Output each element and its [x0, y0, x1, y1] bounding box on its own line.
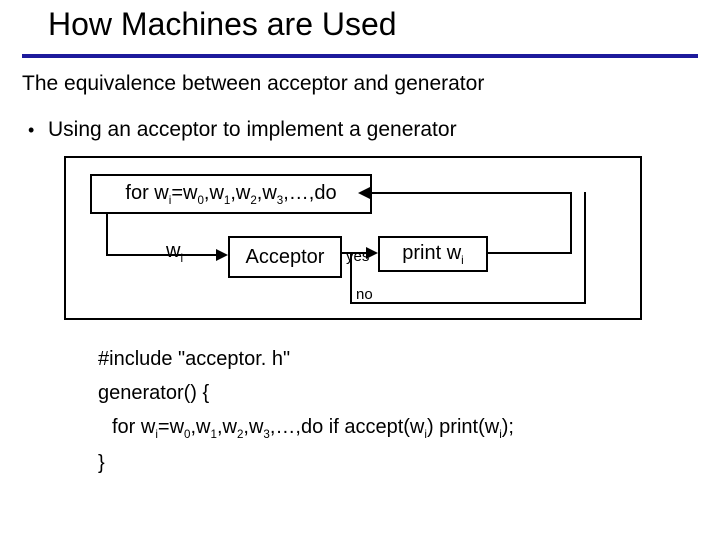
no-label: no [356, 286, 373, 303]
code-line-body: for wi=w0,w1,w2,w3,…,do if accept(wi) pr… [112, 416, 514, 441]
for-text: for wi=w0,w1,w2,w3,…,do [125, 182, 336, 207]
acceptor-box: Acceptor [228, 236, 342, 278]
code-line-include: #include "acceptor. h" [98, 348, 290, 371]
arrow-segment [350, 254, 352, 304]
subtitle: The equivalence between acceptor and gen… [22, 72, 484, 96]
print-text: print wi [402, 242, 463, 267]
arrowhead-icon [358, 187, 370, 199]
bullet-dot: • [28, 120, 34, 141]
acceptor-label: Acceptor [246, 246, 325, 269]
bullet-text: Using an acceptor to implement a generat… [48, 118, 457, 142]
for-loop-box: for wi=w0,w1,w2,w3,…,do [90, 174, 372, 214]
slide-title: How Machines are Used [48, 6, 397, 43]
arrow-segment [570, 192, 572, 254]
arrow-segment [584, 192, 586, 304]
arrow-segment [106, 254, 216, 256]
arrowhead-icon [216, 249, 228, 261]
slide: How Machines are Used The equivalence be… [0, 0, 720, 540]
print-box: print wi [378, 236, 488, 272]
arrow-segment [486, 252, 572, 254]
wi-label: wi [166, 240, 183, 265]
arrow-segment [106, 212, 108, 256]
arrow-segment [350, 302, 586, 304]
code-line-funcopen: generator() { [98, 382, 209, 405]
title-underline [22, 54, 698, 58]
arrow-segment [370, 192, 572, 194]
code-line-funcclose: } [98, 452, 105, 475]
diagram-frame: for wi=w0,w1,w2,w3,…,do wi Acceptor yes … [64, 156, 642, 320]
